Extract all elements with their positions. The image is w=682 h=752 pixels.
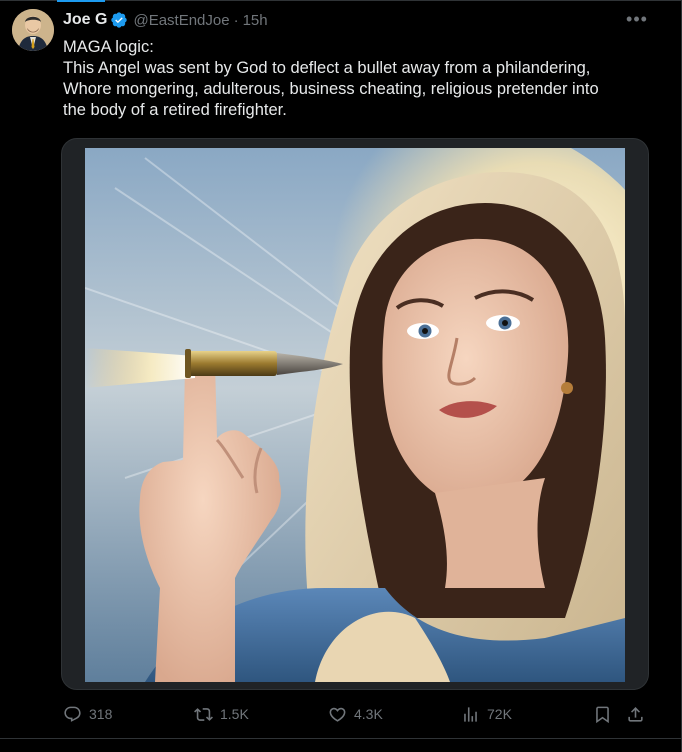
bookmark-icon bbox=[596, 706, 609, 723]
author-handle[interactable]: @EastEndJoe bbox=[133, 12, 229, 29]
repost-count: 1.5K bbox=[220, 706, 249, 722]
view-count: 72K bbox=[487, 706, 512, 722]
tweet-text-line: the body of a retired firefighter. bbox=[63, 101, 287, 119]
tweet-text-line: This Angel was sent by God to deflect a … bbox=[63, 59, 591, 77]
tweet-media[interactable] bbox=[61, 138, 649, 690]
top-accent-bar bbox=[57, 0, 105, 2]
tweet-header: Joe G @EastEndJoe · 15h bbox=[63, 10, 268, 30]
more-options-icon[interactable]: ••• bbox=[626, 8, 648, 30]
verified-badge-icon[interactable] bbox=[110, 11, 128, 29]
repost-icon bbox=[194, 707, 213, 721]
separator-dot: · bbox=[233, 11, 239, 29]
views-button[interactable]: 72K bbox=[461, 702, 512, 726]
author-name[interactable]: Joe G bbox=[63, 11, 107, 29]
avatar[interactable] bbox=[12, 9, 54, 51]
tweet-text-line: Whore mongering, adulterous, business ch… bbox=[63, 80, 599, 98]
avatar-image bbox=[12, 9, 54, 51]
repost-button[interactable]: 1.5K bbox=[194, 702, 249, 726]
views-chart-icon bbox=[464, 706, 477, 722]
tweet-text-line: MAGA logic: bbox=[63, 38, 154, 56]
bookmark-button[interactable] bbox=[593, 702, 619, 726]
like-count: 4.3K bbox=[354, 706, 383, 722]
timestamp[interactable]: 15h bbox=[243, 12, 268, 29]
reply-icon bbox=[64, 706, 81, 722]
reply-count: 318 bbox=[89, 706, 113, 722]
share-button[interactable] bbox=[626, 702, 652, 726]
bottom-divider bbox=[0, 738, 682, 739]
media-image bbox=[85, 148, 625, 682]
heart-icon bbox=[329, 707, 346, 722]
like-button[interactable]: 4.3K bbox=[328, 702, 383, 726]
tweet-actions: 318 1.5K 4.3K 72K bbox=[63, 702, 653, 726]
reply-button[interactable]: 318 bbox=[63, 702, 112, 726]
tweet-text: MAGA logic: This Angel was sent by God t… bbox=[63, 37, 653, 121]
share-icon bbox=[628, 706, 643, 722]
